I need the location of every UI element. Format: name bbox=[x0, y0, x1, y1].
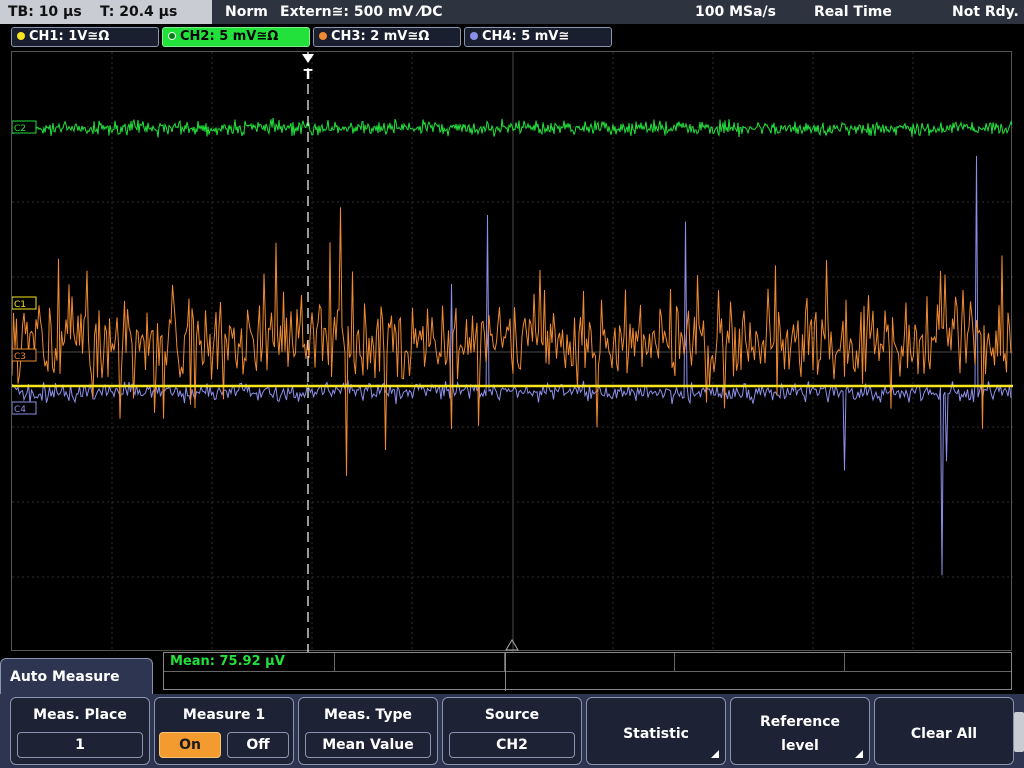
channel-4-dot-icon bbox=[470, 32, 478, 40]
acquisition-status: Not Rdy. bbox=[952, 4, 1019, 20]
channel-2-label: CH2: 5 mV≅Ω bbox=[180, 29, 279, 44]
channel-1-offset-marker[interactable]: C1 bbox=[12, 296, 37, 310]
channel-3-trace bbox=[12, 207, 1012, 476]
trigger-source[interactable]: Extern≅: 500 mV ⁄DC bbox=[280, 0, 442, 24]
channel-3-button[interactable]: CH3: 2 mV≅Ω bbox=[313, 27, 461, 47]
status-bar: TB: 10 µs T: 20.4 µs Norm Extern≅: 500 m… bbox=[0, 0, 1024, 24]
clear-all-label: Clear All bbox=[910, 726, 978, 742]
channel-bar: CH1: 1V≅Ω CH2: 5 mV≅Ω CH3: 2 mV≅Ω CH4: 5… bbox=[0, 24, 1024, 50]
result-cell bbox=[164, 653, 335, 671]
channel-2-trace bbox=[12, 117, 1013, 138]
statistic-label: Statistic bbox=[623, 726, 689, 742]
result-cell bbox=[844, 653, 1012, 671]
measure-1-on-toggle[interactable]: On bbox=[159, 732, 221, 758]
submenu-arrow-icon bbox=[855, 750, 863, 758]
statistic-softkey[interactable]: Statistic bbox=[586, 697, 726, 765]
result-cell bbox=[674, 653, 845, 671]
measure-1-softkey[interactable]: Measure 1 On Off bbox=[154, 697, 294, 765]
meas-place-softkey[interactable]: Meas. Place 1 bbox=[10, 697, 150, 765]
source-softkey[interactable]: Source CH2 bbox=[442, 697, 582, 765]
svg-text:C2: C2 bbox=[14, 124, 26, 134]
waveform-display[interactable]: T C2 C1 C3 C4 bbox=[11, 51, 1013, 652]
channel-4-trace bbox=[12, 155, 1012, 576]
channel-1-button[interactable]: CH1: 1V≅Ω bbox=[11, 27, 159, 47]
result-cell bbox=[504, 653, 675, 671]
submenu-arrow-icon bbox=[711, 750, 719, 758]
meas-type-label: Meas. Type bbox=[324, 707, 412, 723]
source-label: Source bbox=[484, 707, 540, 723]
trigger-mode[interactable]: Norm bbox=[225, 0, 268, 24]
trigger-marker-label: T bbox=[304, 68, 313, 83]
meas-type-value[interactable]: Mean Value bbox=[305, 732, 431, 758]
channel-4-label: CH4: 5 mV≅ bbox=[482, 29, 570, 44]
channel-3-offset-marker[interactable]: C3 bbox=[12, 348, 37, 362]
menu-title-tab: Auto Measure bbox=[0, 658, 153, 698]
measure-1-label: Measure 1 bbox=[182, 707, 266, 723]
meas-place-label: Meas. Place bbox=[33, 707, 127, 723]
source-value[interactable]: CH2 bbox=[449, 732, 575, 758]
channel-2-button[interactable]: CH2: 5 mV≅Ω bbox=[162, 27, 310, 47]
softkey-bar: Meas. Place 1 Measure 1 On Off Meas. Typ… bbox=[0, 694, 1024, 768]
acquisition-mode: Real Time bbox=[814, 4, 892, 20]
measure-1-off-toggle[interactable]: Off bbox=[227, 732, 289, 758]
channel-3-label: CH3: 2 mV≅Ω bbox=[331, 29, 430, 44]
center-marker-icon bbox=[505, 639, 519, 651]
channel-4-offset-marker[interactable]: C4 bbox=[12, 401, 37, 415]
result-cell bbox=[334, 653, 505, 671]
svg-text:C3: C3 bbox=[14, 352, 26, 362]
reference-label-line2: level bbox=[781, 738, 819, 754]
result-divider bbox=[164, 671, 1011, 672]
reference-label-line1: Reference bbox=[759, 714, 841, 730]
menu-title: Auto Measure bbox=[10, 669, 120, 685]
sample-rate: 100 MSa/s bbox=[695, 4, 777, 20]
trigger-time-value: T: 20.4 µs bbox=[100, 4, 178, 20]
svg-text:C4: C4 bbox=[14, 405, 26, 415]
result-center-divider bbox=[505, 653, 506, 691]
waveform-canvas: T C2 C1 C3 C4 bbox=[12, 52, 1013, 652]
channel-4-button[interactable]: CH4: 5 mV≅ bbox=[464, 27, 612, 47]
channel-3-dot-icon bbox=[319, 32, 327, 40]
meas-type-softkey[interactable]: Meas. Type Mean Value bbox=[298, 697, 438, 765]
timebase-value: TB: 10 µs bbox=[8, 4, 82, 20]
clear-all-softkey[interactable]: Clear All bbox=[874, 697, 1014, 765]
timebase-box[interactable]: TB: 10 µs T: 20.4 µs bbox=[0, 0, 212, 24]
menu-scroll-handle[interactable] bbox=[1014, 712, 1024, 752]
channel-1-label: CH1: 1V≅Ω bbox=[29, 29, 110, 44]
channel-2-offset-marker[interactable]: C2 bbox=[12, 120, 37, 134]
svg-text:C1: C1 bbox=[14, 300, 26, 310]
meas-place-value[interactable]: 1 bbox=[17, 732, 143, 758]
reference-level-softkey[interactable]: Reference level bbox=[730, 697, 870, 765]
channel-2-dot-icon bbox=[168, 32, 176, 40]
measurement-result-panel: Mean: 75.92 µV bbox=[163, 652, 1012, 691]
channel-1-dot-icon bbox=[17, 32, 25, 40]
